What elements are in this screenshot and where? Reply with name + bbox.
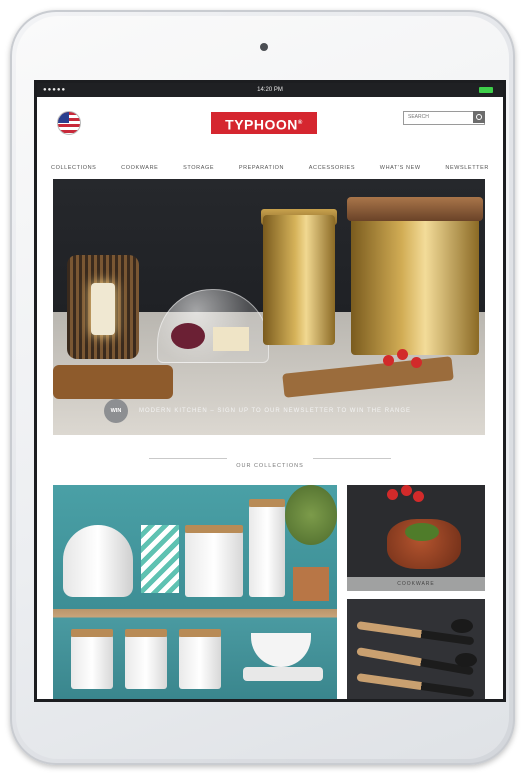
us-flag-icon[interactable]	[57, 111, 81, 135]
plates-image	[243, 667, 323, 681]
typhoon-logo[interactable]: TYPHOON®	[211, 112, 317, 134]
small-gold-canister	[263, 215, 335, 345]
collections-title: OUR COLLECTIONS	[236, 463, 304, 469]
lantern-image	[67, 255, 139, 359]
divider-line	[149, 458, 227, 459]
site-header: TYPHOON® SEARCH	[37, 97, 503, 159]
tomato-icon	[401, 485, 412, 496]
search-placeholder: SEARCH	[408, 114, 429, 120]
storage-jar-image	[179, 629, 221, 689]
win-badge[interactable]: WIN	[104, 399, 128, 423]
tomato-icon	[411, 357, 422, 368]
plant-image	[285, 485, 337, 545]
collection-tile-cookware[interactable]: COOKWARE	[347, 485, 485, 591]
nav-item-cookware[interactable]: COOKWARE	[121, 165, 158, 175]
glass-cloche-image	[157, 289, 269, 363]
divider-line	[313, 458, 391, 459]
mug-image	[141, 525, 179, 593]
logo-registered-mark: ®	[297, 120, 303, 126]
main-nav: COLLECTIONS COOKWARE STORAGE PREPARATION…	[51, 165, 489, 175]
hero-caption[interactable]: MODERN KITCHEN – SIGN UP TO OUR NEWSLETT…	[139, 408, 411, 414]
grapes-image	[171, 323, 205, 349]
utensil-image	[356, 673, 475, 698]
utensil-head	[451, 619, 473, 633]
nav-item-whats-new[interactable]: WHAT'S NEW	[380, 165, 421, 175]
front-camera	[260, 43, 268, 51]
status-time: 14:20 PM	[257, 87, 283, 93]
tomato-icon	[383, 355, 394, 366]
nav-item-preparation[interactable]: PREPARATION	[239, 165, 284, 175]
tomato-icon	[397, 349, 408, 360]
logo-text: TYPHOON	[225, 116, 298, 133]
collection-tile-utensils[interactable]	[347, 599, 485, 699]
utensil-head	[455, 653, 477, 667]
tablet-screen: ●●●●● 14:20 PM TYPHOON® SEARCH COLLECTIO…	[34, 80, 506, 702]
cookware-tile-label: COOKWARE	[347, 577, 485, 591]
storage-jar-image	[185, 525, 243, 597]
battery-icon	[479, 87, 493, 93]
storage-jar-image	[71, 629, 113, 689]
cheese-image	[213, 327, 249, 351]
collection-tile-storage[interactable]	[53, 485, 337, 699]
appetizer-board-image	[282, 356, 454, 398]
search-input[interactable]: SEARCH	[403, 111, 485, 125]
nav-item-collections[interactable]: COLLECTIONS	[51, 165, 96, 175]
nav-item-accessories[interactable]: ACCESSORIES	[309, 165, 355, 175]
plant-pot-image	[293, 567, 329, 601]
large-gold-canister	[351, 207, 479, 355]
storage-jar-image	[125, 629, 167, 689]
collections-heading: OUR COLLECTIONS	[37, 454, 503, 469]
search-icon[interactable]	[473, 111, 485, 123]
kettle-image	[63, 525, 133, 597]
tomato-icon	[413, 491, 424, 502]
storage-jar-image	[249, 499, 285, 597]
bowl-image	[251, 633, 311, 667]
nav-item-newsletter[interactable]: NEWSLETTER	[445, 165, 489, 175]
large-canister-lid	[347, 197, 483, 221]
nav-item-storage[interactable]: STORAGE	[183, 165, 214, 175]
herbs-image	[405, 523, 439, 541]
tomato-icon	[387, 489, 398, 500]
status-bar: ●●●●● 14:20 PM	[37, 83, 503, 97]
hero-banner[interactable]: WIN MODERN KITCHEN – SIGN UP TO OUR NEWS…	[53, 179, 485, 435]
cracker-board-image	[53, 365, 173, 399]
